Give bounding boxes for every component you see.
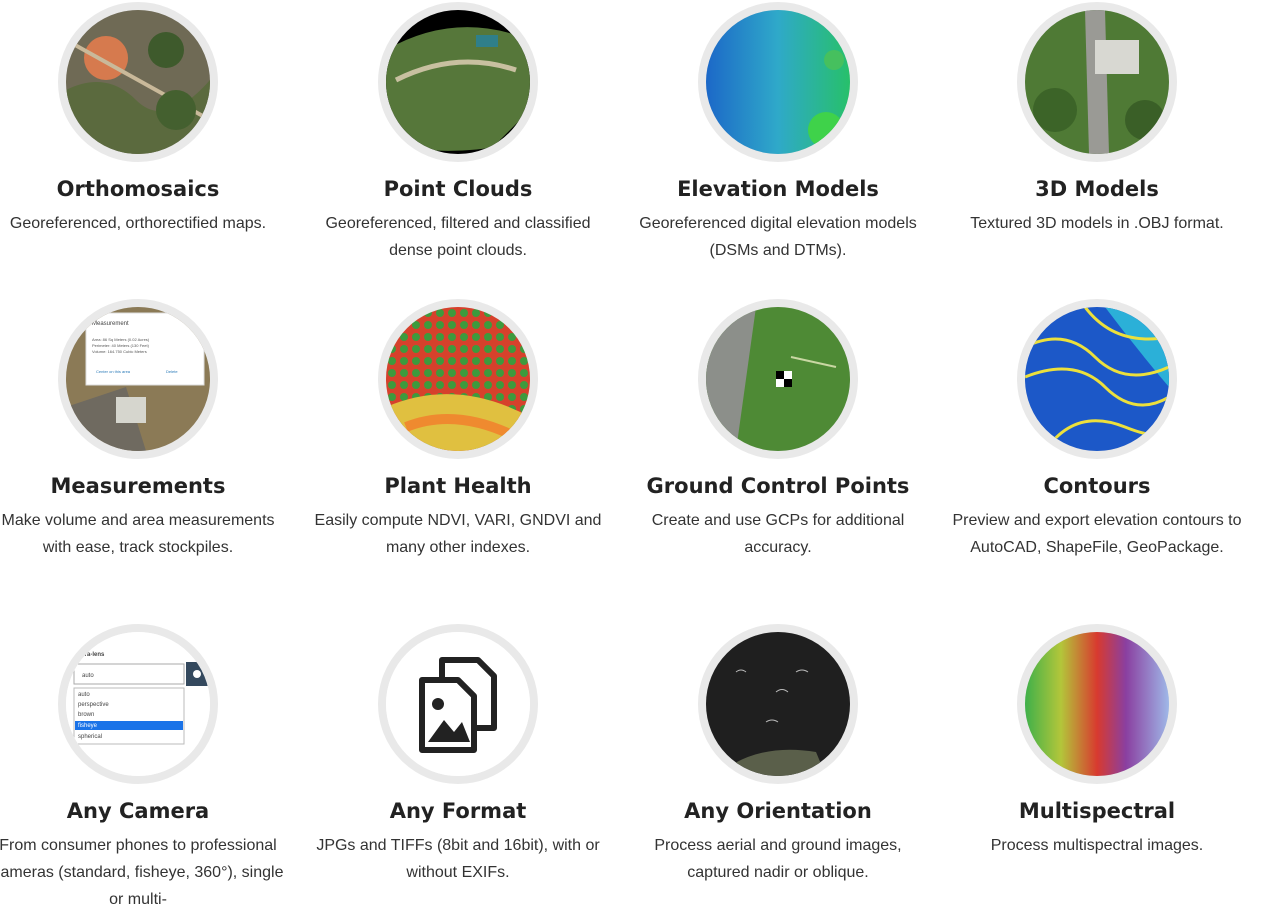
feature-description: Georeferenced digital elevation models (… xyxy=(639,215,917,259)
lens-option: fisheye xyxy=(78,723,98,729)
feature-title: Any Format xyxy=(389,799,527,823)
feature-description: Process multispectral images. xyxy=(990,837,1204,854)
3d-model-image xyxy=(1017,2,1177,162)
feature-card: Contours Preview and export elevation co… xyxy=(947,299,1247,561)
feature-title: Any Camera xyxy=(66,799,210,823)
feature-card: Measurement Area: 86 Sq Meters (0.02 Acr… xyxy=(0,299,288,561)
lens-option: auto xyxy=(78,692,90,698)
feature-card: Any Format JPGs and TIFFs (8bit and 16bi… xyxy=(308,624,608,886)
feature-card: Any Orientation Process aerial and groun… xyxy=(628,624,928,886)
feature-title: Measurements xyxy=(50,474,226,498)
feature-card: Ground Control Points Create and use GCP… xyxy=(628,299,928,561)
lens-option: brown xyxy=(78,712,94,718)
feature-description: Process aerial and ground images, captur… xyxy=(654,837,902,881)
feature-title: Any Orientation xyxy=(684,799,872,823)
feature-title: Orthomosaics xyxy=(56,177,220,201)
feature-description: Easily compute NDVI, VARI, GNDVI and man… xyxy=(314,512,602,556)
feature-card: mera-lens auto auto perspective brown fi… xyxy=(0,624,288,913)
feature-title: Plant Health xyxy=(384,474,532,498)
image-files-icon xyxy=(378,624,538,784)
camera-lens-selected: auto xyxy=(82,673,94,679)
orientation-image xyxy=(698,624,858,784)
lens-option: perspective xyxy=(78,702,109,708)
feature-title: 3D Models xyxy=(1035,177,1159,201)
center-link: Center on this area xyxy=(96,369,131,374)
elevation-model-image xyxy=(698,2,858,162)
feature-title: Contours xyxy=(1043,474,1151,498)
orthomosaic-image xyxy=(58,2,218,162)
feature-description: Create and use GCPs for additional accur… xyxy=(651,512,905,556)
ground-control-image xyxy=(698,299,858,459)
feature-card: Multispectral Process multispectral imag… xyxy=(947,624,1247,859)
feature-description: JPGs and TIFFs (8bit and 16bit), with or… xyxy=(316,837,600,881)
feature-description: Preview and export elevation contours to… xyxy=(952,512,1242,556)
contours-image xyxy=(1017,299,1177,459)
feature-title: Elevation Models xyxy=(677,177,879,201)
measurement-area: Area: 86 Sq Meters (0.02 Acres) xyxy=(92,337,150,342)
feature-title: Point Clouds xyxy=(383,177,533,201)
feature-card: Plant Health Easily compute NDVI, VARI, … xyxy=(308,299,608,561)
feature-description: Make volume and area measurements with e… xyxy=(1,512,275,556)
feature-description: Textured 3D models in .OBJ format. xyxy=(970,215,1224,232)
delete-link: Delete xyxy=(166,369,178,374)
features-grid: Orthomosaics Georeferenced, orthorectifi… xyxy=(0,0,1265,908)
feature-description: Georeferenced, filtered and classified d… xyxy=(325,215,591,259)
feature-card: Elevation Models Georeferenced digital e… xyxy=(628,2,928,264)
multispectral-image xyxy=(1017,624,1177,784)
measurement-image: Measurement Area: 86 Sq Meters (0.02 Acr… xyxy=(58,299,218,459)
plant-health-image xyxy=(378,299,538,459)
camera-lens-image: mera-lens auto auto perspective brown fi… xyxy=(58,624,218,784)
feature-title: Multispectral xyxy=(1018,799,1176,823)
feature-card: Point Clouds Georeferenced, filtered and… xyxy=(308,2,608,264)
measurement-perimeter: Perimeter: 40 Meters (130 Feet) xyxy=(92,343,150,348)
feature-title: Ground Control Points xyxy=(646,474,910,498)
measurement-volume: Volume: 164.750 Cubic Meters xyxy=(92,349,147,354)
feature-description: Georeferenced, orthorectified maps. xyxy=(9,215,267,232)
lens-option: spherical xyxy=(78,734,102,740)
feature-card: 3D Models Textured 3D models in .OBJ for… xyxy=(947,2,1247,237)
feature-card: Orthomosaics Georeferenced, orthorectifi… xyxy=(0,2,288,237)
measurement-popup-title: Measurement xyxy=(92,321,129,327)
camera-lens-label: mera-lens xyxy=(76,652,105,658)
point-cloud-image xyxy=(378,2,538,162)
